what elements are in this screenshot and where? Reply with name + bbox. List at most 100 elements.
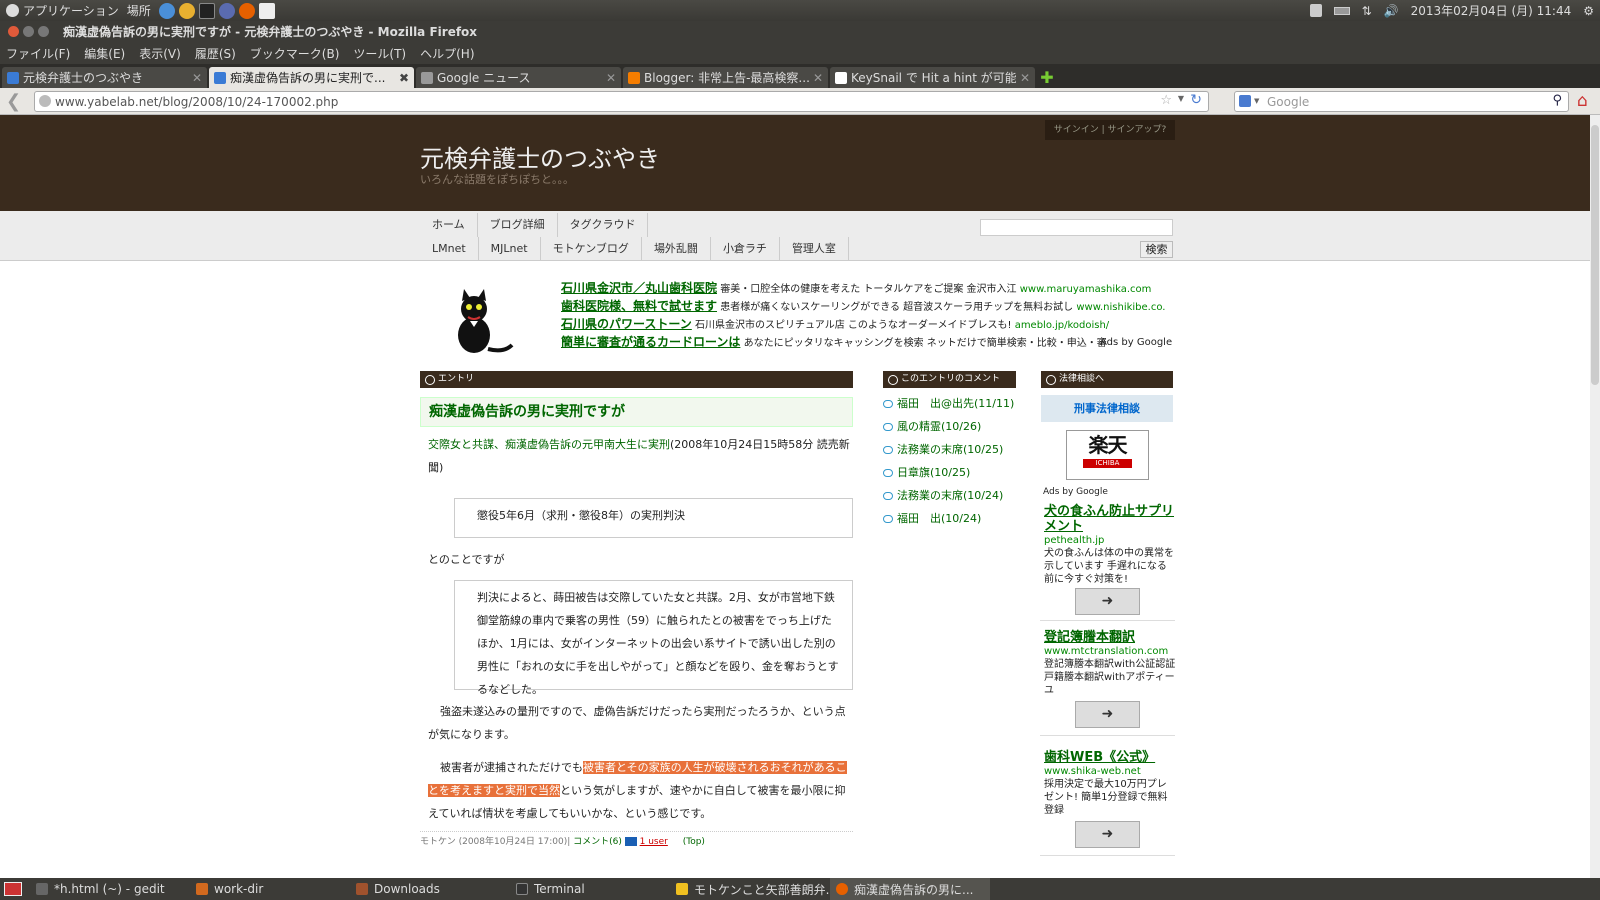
menu-help[interactable]: ヘルプ(H) [420, 45, 474, 62]
clock[interactable]: 2013年02月04日 (月) 11:44 [1411, 2, 1572, 19]
reload-icon[interactable]: ↻ [1190, 92, 1202, 108]
tab-keysnail[interactable]: KeySnail で Hit a hint が可能... ✕ [830, 67, 1035, 88]
task-terminal[interactable]: Terminal [510, 878, 670, 900]
ubuntu-logo-icon[interactable] [6, 4, 19, 17]
hatena-users-link[interactable]: 1 user [640, 837, 668, 847]
search-icon[interactable]: ⚲ [1552, 93, 1562, 108]
ad-title-link[interactable]: 歯科医院様、無料で試せます [561, 299, 717, 313]
maximize-window-icon[interactable] [38, 26, 49, 37]
ad-title-link[interactable]: 石川県金沢市／丸山歯科医院 [561, 281, 717, 295]
places-menu[interactable]: 場所 [127, 2, 151, 19]
chromium-launcher-icon[interactable] [158, 2, 175, 19]
hatena-bookmark-icon[interactable] [624, 837, 637, 846]
sidebar-ad-title[interactable]: 登記簿謄本翻訳 [1044, 630, 1135, 645]
menu-history[interactable]: 履歴(S) [195, 45, 236, 62]
sidebar-ad-title[interactable]: 歯科WEB《公式》 [1044, 750, 1155, 765]
nav-motoken-blog[interactable]: モトケンブログ [541, 237, 642, 261]
sidebar-ad-title[interactable]: 犬の食ふん防止サプリメント [1044, 504, 1174, 534]
url-bar[interactable]: www.yabelab.net/blog/2008/10/24-170002.p… [34, 91, 1209, 112]
comment-item[interactable]: 風の精霊(10/26) [883, 418, 981, 434]
comment-item[interactable]: 福田 出(10/24) [883, 510, 981, 526]
ad-arrow-button[interactable]: ➜ [1075, 588, 1140, 615]
comment-item[interactable]: 福田 出@出先(11/11) [883, 395, 1014, 411]
ad-url[interactable]: ameblo.jp/kodoish/ [1015, 320, 1109, 331]
menu-file[interactable]: ファイル(F) [6, 45, 70, 62]
applications-menu[interactable]: アプリケーション [23, 2, 119, 19]
comment-item[interactable]: 日章旗(10/25) [883, 464, 970, 480]
nav-ogura[interactable]: 小倉ラチ [711, 237, 780, 261]
menu-tools[interactable]: ツール(T) [353, 45, 406, 62]
comments-link[interactable]: コメント(6) [573, 837, 622, 847]
tab-blogger[interactable]: Blogger: 非常上告-最高検察... ✕ [623, 67, 828, 88]
chrome-launcher-icon[interactable] [178, 2, 195, 19]
tab-blog-home[interactable]: 元検弁護士のつぶやき ✕ [2, 67, 207, 88]
sidebar-ad-url[interactable]: www.mtctranslation.com [1044, 646, 1168, 657]
task-work-dir[interactable]: work-dir [190, 878, 350, 900]
ad-title-link[interactable]: 簡単に審査が通るカードローンは [561, 335, 740, 349]
blog-title[interactable]: 元検弁護士のつぶやき [420, 139, 660, 174]
ad-arrow-button[interactable]: ➜ [1075, 701, 1140, 728]
menu-bookmarks[interactable]: ブックマーク(B) [250, 45, 340, 62]
menu-edit[interactable]: 編集(E) [84, 45, 125, 62]
site-identity-icon[interactable] [39, 95, 51, 107]
tab-google-news[interactable]: Google ニュース ✕ [416, 67, 621, 88]
blog-search-input[interactable] [980, 219, 1173, 236]
signin-link[interactable]: サインイン | サインアップ? [1045, 120, 1175, 140]
tab-current-entry[interactable]: 痴漢虚偽告訴の男に実刑で... ✖ [209, 67, 414, 88]
firefox-launcher-icon[interactable] [238, 2, 255, 19]
nav-blog-detail[interactable]: ブログ詳細 [478, 213, 558, 237]
nav-home[interactable]: ホーム [420, 213, 478, 237]
menu-view[interactable]: 表示(V) [139, 45, 181, 62]
minimize-window-icon[interactable] [23, 26, 34, 37]
search-bar[interactable]: ▼ Google ⚲ [1234, 91, 1569, 112]
top-link[interactable]: (Top) [683, 837, 705, 847]
close-tab-icon[interactable]: ✕ [1020, 71, 1030, 85]
comment-item[interactable]: 法務業の末席(10/25) [883, 441, 1003, 457]
home-icon[interactable]: ⌂ [1577, 91, 1588, 111]
volume-icon[interactable]: 🔊 [1384, 4, 1399, 18]
close-tab-icon[interactable]: ✕ [192, 71, 202, 85]
terminal-launcher-icon[interactable] [198, 2, 215, 19]
google-engine-icon[interactable] [1239, 95, 1251, 107]
sidebar-ad-url[interactable]: pethealth.jp [1044, 535, 1104, 546]
close-window-icon[interactable] [8, 26, 19, 37]
gear-icon[interactable]: ⚙ [1583, 4, 1594, 18]
scrollbar-thumb[interactable] [1591, 125, 1599, 385]
ads-by-google-label[interactable]: Ads by Google [1043, 487, 1108, 497]
bookmark-star-icon[interactable]: ☆ [1160, 93, 1172, 108]
close-tab-icon[interactable]: ✕ [606, 71, 616, 85]
close-tab-icon[interactable]: ✕ [813, 71, 823, 85]
task-firefox[interactable]: 痴漢虚偽告訴の男に... [830, 878, 990, 900]
nav-jougai[interactable]: 場外乱闘 [642, 237, 711, 261]
network-icon[interactable]: ⇅ [1362, 4, 1372, 18]
show-desktop-icon[interactable] [4, 882, 22, 896]
page-scrollbar[interactable] [1590, 115, 1600, 878]
close-tab-icon[interactable]: ✖ [399, 71, 409, 85]
nav-lmnet[interactable]: LMnet [420, 237, 479, 261]
news-article-link[interactable]: 交際女と共謀、痴漢虚偽告訴の元甲南大生に実刑 [428, 438, 670, 451]
text-editor-launcher-icon[interactable] [258, 2, 275, 19]
notes-indicator-icon[interactable] [1309, 4, 1322, 17]
back-arrow-icon[interactable]: ❮ [6, 91, 21, 112]
criminal-law-consult-link[interactable]: 刑事法律相談 [1041, 395, 1173, 422]
sidebar-ad-url[interactable]: www.shika-web.net [1044, 766, 1141, 777]
url-dropdown-icon[interactable]: ▼ [1178, 94, 1184, 103]
engine-dropdown-icon[interactable]: ▼ [1254, 97, 1259, 105]
task-downloads[interactable]: Downloads [350, 878, 510, 900]
ad-url[interactable]: www.maruyamashika.com [1020, 284, 1152, 295]
blog-search-button[interactable]: 検索 [1140, 241, 1173, 258]
task-note[interactable]: モトケンこと矢部善朗弁... [670, 878, 830, 900]
nav-mjlnet[interactable]: MJLnet [479, 237, 541, 261]
battery-icon[interactable] [1333, 6, 1350, 15]
nav-tag-cloud[interactable]: タグクラウド [558, 213, 649, 237]
ad-url[interactable]: www.nishikibe.co. [1076, 302, 1165, 313]
new-tab-button[interactable]: ✚ [1037, 68, 1057, 88]
task-gedit[interactable]: *h.html (~) - gedit [30, 878, 190, 900]
entry-title[interactable]: 痴漢虚偽告訴の男に実刑ですが [420, 397, 853, 427]
comment-item[interactable]: 法務業の末席(10/24) [883, 487, 1003, 503]
ad-arrow-button[interactable]: ➜ [1075, 821, 1140, 848]
nav-admin[interactable]: 管理人室 [780, 237, 849, 261]
rakuten-banner[interactable]: 楽天 ICHIBA [1066, 430, 1149, 480]
network-launcher-icon[interactable] [218, 2, 235, 19]
ads-by-google-label[interactable]: Ads by Google [1100, 337, 1172, 348]
